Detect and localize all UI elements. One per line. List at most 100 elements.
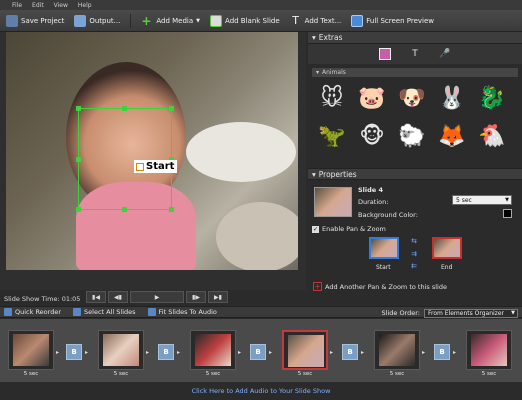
extras-header[interactable]: ▾ Extras xyxy=(308,32,522,44)
seahorse-icon[interactable]: 🐉 xyxy=(477,83,507,113)
sheep-icon[interactable]: 🐑 xyxy=(397,121,427,151)
dog-icon[interactable]: 🐶 xyxy=(397,83,427,113)
prev-slide-button[interactable]: ◀▮ xyxy=(108,291,128,303)
transition-icon[interactable]: B xyxy=(434,344,450,360)
plus-icon: + xyxy=(141,13,152,28)
enable-pan-zoom[interactable]: ✓ Enable Pan & Zoom xyxy=(312,225,386,233)
resize-handle[interactable] xyxy=(76,207,81,212)
quick-reorder-button[interactable]: Quick Reorder xyxy=(4,308,61,316)
arrow-icon: ▸ xyxy=(361,349,365,356)
collapse-icon: ▾ xyxy=(312,33,316,42)
toolbar-separator xyxy=(130,13,132,28)
app-window: File Edit View Help Save Project Output.… xyxy=(0,0,522,400)
resize-handle[interactable] xyxy=(169,106,174,111)
menu-help[interactable]: Help xyxy=(78,2,92,9)
properties-header[interactable]: ▾ Properties xyxy=(308,168,522,180)
add-audio-link[interactable]: Click Here to Add Audio to Your Slide Sh… xyxy=(0,382,522,400)
floppy-icon xyxy=(6,14,18,27)
slide-thumbnail-2[interactable] xyxy=(98,330,144,370)
transition-icon[interactable]: B xyxy=(342,344,358,360)
slide-duration[interactable]: 5 sec xyxy=(466,371,512,377)
arrow-icon: ▸ xyxy=(453,349,457,356)
next-slide-button[interactable]: ▮▶ xyxy=(186,291,206,303)
blank-slide-icon xyxy=(210,14,223,27)
select-all-slides-button[interactable]: Select All Slides xyxy=(73,308,136,316)
storyboard-toolbar: Quick Reorder Select All Slides Fit Slid… xyxy=(0,306,522,318)
duration-select[interactable]: 5 sec ▼ xyxy=(452,195,512,205)
slide-thumbnail-6[interactable] xyxy=(466,330,512,370)
monkey-icon[interactable]: 🐵 xyxy=(357,121,387,151)
play-icon: ▶ xyxy=(154,293,160,301)
add-text-button[interactable]: T Add Text... xyxy=(290,14,341,27)
chicken-icon[interactable]: 🐔 xyxy=(477,121,507,151)
resize-handle[interactable] xyxy=(76,106,81,111)
graphics-tab-icon[interactable] xyxy=(379,48,391,60)
arrow-icon: ▸ xyxy=(177,349,181,356)
add-icon: + xyxy=(313,282,322,291)
background-color-swatch[interactable] xyxy=(503,209,512,218)
collapse-icon: ▾ xyxy=(316,69,320,76)
dinosaur-icon[interactable]: 🦖 xyxy=(317,121,347,151)
narration-tab-icon[interactable]: 🎤 xyxy=(439,48,451,60)
resize-handle[interactable] xyxy=(122,106,127,111)
add-pan-zoom-link[interactable]: + Add Another Pan & Zoom to this slide xyxy=(313,282,447,291)
slide-thumbnail-3[interactable] xyxy=(190,330,236,370)
slide-duration[interactable]: 5 sec xyxy=(98,371,144,377)
arrow-icon: ▸ xyxy=(330,349,334,356)
fit-slides-to-audio-button[interactable]: Fit Slides To Audio xyxy=(147,308,217,316)
slide-order-select[interactable]: From Elements Organizer ▼ xyxy=(424,308,518,318)
pan-zoom-end-thumbnail[interactable] xyxy=(432,237,462,259)
step-back-icon: ◀▮ xyxy=(114,293,122,301)
slide-duration[interactable]: 5 sec xyxy=(374,371,420,377)
transition-icon[interactable]: B xyxy=(158,344,174,360)
slide-thumbnail-5[interactable] xyxy=(374,330,420,370)
slide-duration[interactable]: 5 sec xyxy=(8,371,54,377)
last-slide-button[interactable]: ▶▮ xyxy=(208,291,228,303)
pan-zoom-frame[interactable] xyxy=(78,108,172,210)
menu-edit[interactable]: Edit xyxy=(32,2,44,9)
collapse-icon: ▾ xyxy=(312,169,316,179)
checkbox-checked-icon[interactable]: ✓ xyxy=(312,225,319,233)
slide-thumbnail-1[interactable] xyxy=(8,330,54,370)
resize-handle[interactable] xyxy=(169,207,174,212)
slide-duration[interactable]: 5 sec xyxy=(282,371,328,377)
swap-icon[interactable]: ⇆ xyxy=(409,237,419,245)
pan-zoom-start-thumbnail[interactable] xyxy=(369,237,399,259)
slide-thumbnail-4-selected[interactable] xyxy=(282,330,328,370)
save-project-button[interactable]: Save Project xyxy=(6,14,64,27)
text-tab-icon[interactable]: T xyxy=(409,48,421,60)
play-button[interactable]: ▶ xyxy=(130,291,184,303)
pig-icon[interactable]: 🐷 xyxy=(357,83,387,113)
full-screen-preview-button[interactable]: Full Screen Preview xyxy=(351,14,434,27)
mouse-icon[interactable]: 🐭 xyxy=(317,83,347,113)
chevron-down-icon: ▼ xyxy=(505,197,509,203)
reorder-icon xyxy=(4,308,12,316)
copy-right-icon[interactable]: ⇉ xyxy=(409,250,419,258)
slide-duration[interactable]: 5 sec xyxy=(190,371,236,377)
rabbit-icon[interactable]: 🐰 xyxy=(437,83,467,113)
transport-controls: ▮◀ ◀▮ ▶ ▮▶ ▶▮ xyxy=(86,291,228,303)
first-slide-button[interactable]: ▮◀ xyxy=(86,291,106,303)
menu-file[interactable]: File xyxy=(12,2,22,9)
checkbox-icon xyxy=(136,162,144,171)
slide-name: Slide 4 xyxy=(358,186,383,194)
menu-view[interactable]: View xyxy=(54,2,68,9)
transition-icon[interactable]: B xyxy=(250,344,266,360)
animals-header[interactable]: ▾ Animals xyxy=(312,68,518,77)
add-blank-slide-button[interactable]: Add Blank Slide xyxy=(210,14,280,27)
slide-preview[interactable]: Start xyxy=(6,32,298,270)
skip-end-icon: ▶▮ xyxy=(214,293,222,301)
output-button[interactable]: Output... xyxy=(74,14,120,27)
arrow-icon: ▸ xyxy=(422,349,426,356)
monitor-icon xyxy=(351,14,364,27)
add-media-button[interactable]: + Add Media ▼ xyxy=(141,15,200,27)
resize-handle[interactable] xyxy=(122,207,127,212)
fox-icon[interactable]: 🦊 xyxy=(437,121,467,151)
resize-handle[interactable] xyxy=(76,157,81,162)
transition-icon[interactable]: B xyxy=(66,344,82,360)
storyboard-strip: 5 sec ▸ B ▸ 5 sec ▸ B ▸ 5 sec ▸ B ▸ 5 se… xyxy=(0,319,522,382)
arrow-icon: ▸ xyxy=(269,349,273,356)
toolbar: Save Project Output... + Add Media ▼ Add… xyxy=(0,10,522,32)
photo-plate xyxy=(186,122,296,182)
copy-left-icon[interactable]: ⇇ xyxy=(409,262,419,270)
